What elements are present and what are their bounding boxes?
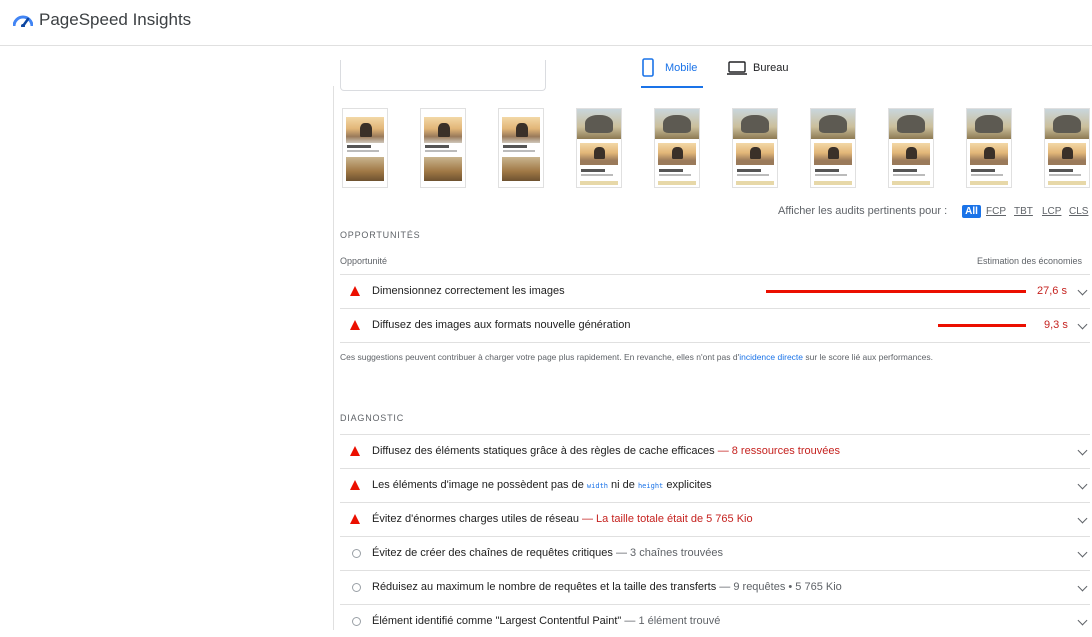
app-header: PageSpeed Insights: [0, 0, 1092, 46]
tab-desktop[interactable]: Bureau: [727, 58, 797, 86]
chevron-down-icon[interactable]: [1077, 479, 1088, 490]
filter-cls[interactable]: CLS: [1069, 205, 1088, 218]
warning-triangle-icon: [350, 514, 360, 524]
diagnostic-row[interactable]: Évitez d'énormes charges utiles de résea…: [340, 503, 1090, 535]
diagnostic-title: Réduisez au maximum le nombre de requête…: [372, 581, 842, 593]
diagnostic-row[interactable]: Élément identifié comme "Largest Content…: [340, 605, 1090, 637]
warning-triangle-icon: [350, 480, 360, 490]
screenshot-preview-box: [340, 60, 546, 91]
filmstrip-frame: [342, 108, 388, 188]
chevron-down-icon[interactable]: [1077, 285, 1088, 296]
diagnostic-row[interactable]: Réduisez au maximum le nombre de requête…: [340, 571, 1090, 603]
chevron-down-icon[interactable]: [1077, 513, 1088, 524]
diagnostic-detail: — 8 ressources trouvées: [717, 445, 840, 457]
warning-triangle-icon: [350, 320, 360, 330]
diagnostic-detail: — 3 chaînes trouvées: [615, 547, 723, 559]
filmstrip-frame: [888, 108, 934, 188]
chevron-down-icon[interactable]: [1077, 547, 1088, 558]
diagnostic-title: Élément identifié comme "Largest Content…: [372, 615, 721, 627]
tab-mobile-label: Mobile: [665, 62, 698, 74]
diagnostic-row[interactable]: Diffusez des éléments statiques grâce à …: [340, 435, 1090, 467]
diagnostic-title: Diffusez des éléments statiques grâce à …: [372, 445, 840, 457]
opportunity-row[interactable]: Diffusez des images aux formats nouvelle…: [340, 309, 1090, 341]
diagnostic-title: Évitez d'énormes charges utiles de résea…: [372, 513, 753, 525]
savings-bar: [938, 324, 1026, 327]
chevron-down-icon[interactable]: [1077, 445, 1088, 456]
filter-tbt[interactable]: TBT: [1014, 205, 1033, 218]
laptop-icon: [727, 61, 747, 75]
note-text: Ces suggestions peuvent contribuer à cha…: [340, 352, 740, 362]
opportunities-note: Ces suggestions peuvent contribuer à cha…: [340, 352, 933, 362]
chevron-down-icon[interactable]: [1077, 615, 1088, 626]
diagnostic-row[interactable]: Évitez de créer des chaînes de requêtes …: [340, 537, 1090, 569]
diagnostic-heading: DIAGNOSTIC: [340, 413, 405, 423]
filmstrip-frame: [966, 108, 1012, 188]
diagnostic-title: Les éléments d'image ne possèdent pas de…: [372, 479, 712, 491]
filter-fcp[interactable]: FCP: [986, 205, 1006, 218]
savings-value: 27,6 s: [1037, 285, 1067, 297]
code-width: width: [586, 482, 608, 490]
pagespeed-gauge-icon[interactable]: [13, 13, 33, 27]
circle-icon: [352, 583, 361, 592]
divider: [340, 342, 1090, 343]
filmstrip-frame: [1044, 108, 1090, 188]
diagnostic-detail: — 9 requêtes • 5 765 Kio: [719, 581, 842, 593]
tab-mobile[interactable]: Mobile: [641, 58, 703, 88]
code-height: height: [637, 482, 664, 490]
circle-icon: [352, 549, 361, 558]
tab-desktop-label: Bureau: [753, 62, 789, 74]
filmstrip-frame: [810, 108, 856, 188]
opportunity-title: Diffusez des images aux formats nouvelle…: [372, 319, 631, 331]
direct-impact-link[interactable]: incidence directe: [739, 352, 803, 362]
opportunity-row[interactable]: Dimensionnez correctement les images 27,…: [340, 275, 1090, 307]
filmstrip-frame: [654, 108, 700, 188]
diagnostic-row[interactable]: Les éléments d'image ne possèdent pas de…: [340, 469, 1090, 501]
filmstrip-frame: [498, 108, 544, 188]
diagnostic-detail: — La taille totale était de 5 765 Kio: [582, 513, 753, 525]
savings-column-header: Estimation des économies: [977, 256, 1083, 266]
note-text: sur le score lié aux performances.: [803, 352, 933, 362]
warning-triangle-icon: [350, 286, 360, 296]
opportunity-column-header: Opportunité: [340, 256, 388, 266]
chevron-down-icon[interactable]: [1077, 319, 1088, 330]
opportunities-heading: OPPORTUNITÉS: [340, 230, 421, 240]
filter-lcp[interactable]: LCP: [1042, 205, 1061, 218]
filter-all[interactable]: All: [962, 205, 981, 218]
filmstrip-frame: [732, 108, 778, 188]
diagnostic-detail: — 1 élément trouvé: [624, 615, 721, 627]
chevron-down-icon[interactable]: [1077, 581, 1088, 592]
circle-icon: [352, 617, 361, 626]
opportunity-title: Dimensionnez correctement les images: [372, 285, 565, 297]
column-divider: [333, 86, 334, 630]
savings-value: 9,3 s: [1044, 319, 1068, 331]
audit-filter-label: Afficher les audits pertinents pour :: [778, 205, 948, 217]
phone-icon: [642, 58, 654, 77]
filmstrip-frame: [576, 108, 622, 188]
savings-bar: [766, 290, 1026, 293]
warning-triangle-icon: [350, 446, 360, 456]
diagnostic-title: Évitez de créer des chaînes de requêtes …: [372, 547, 723, 559]
filmstrip-frame: [420, 108, 466, 188]
app-title[interactable]: PageSpeed Insights: [39, 10, 191, 30]
